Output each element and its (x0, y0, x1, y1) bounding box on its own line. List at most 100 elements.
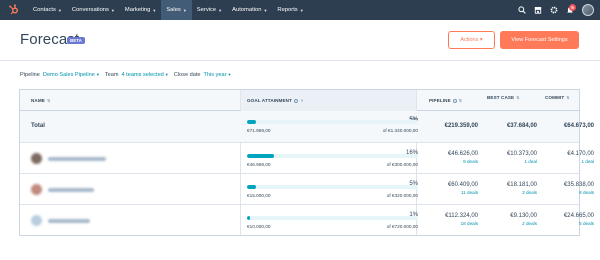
best-case-amount: €9.130,00 (510, 213, 537, 219)
settings-icon[interactable] (546, 0, 562, 20)
owner-avatar (31, 215, 42, 226)
column-pipeline-label: PIPELINE (429, 98, 451, 103)
column-name-label: NAME (31, 98, 45, 103)
nav-contacts-label: Contacts (33, 7, 56, 13)
nav-sales[interactable]: Sales ▼ (161, 0, 192, 20)
chevron-down-icon: ▼ (218, 7, 223, 13)
column-header-commit[interactable]: COMMIT ⇅ (545, 87, 570, 108)
goal-progress-fill (247, 185, 256, 189)
chevron-down-icon: ▼ (57, 7, 62, 13)
chevron-down-icon: ▼ (95, 72, 100, 77)
owner-name-redacted[interactable] (48, 157, 106, 161)
column-header-pipeline[interactable]: PIPELINE ⇅ (429, 90, 462, 111)
goal-attained-amount: €46.959,00 (247, 162, 271, 167)
best-case-amount: €37.684,00 (506, 123, 537, 129)
pipeline-filter-dropdown[interactable]: Demo Sales Pipeline▼ (43, 72, 100, 78)
team-filter-dropdown[interactable]: 4 teams selected▼ (122, 72, 169, 78)
pipeline-amount: €219.359,00 (444, 123, 478, 129)
nav-service[interactable]: Service ▼ (192, 0, 227, 20)
nav-service-label: Service (196, 7, 217, 13)
column-header-goal-attainment[interactable]: GOAL ATTAINMENT ▼ (240, 90, 416, 111)
owner-avatar (31, 184, 42, 195)
forecast-table: NAME ⇅ GOAL ATTAINMENT ▼ PIPELINE ⇅ BEST CA… (19, 87, 594, 236)
close-date-filter-dropdown[interactable]: This year▼ (204, 72, 232, 78)
nav-conversations-label: Conversations (71, 7, 109, 13)
table-row[interactable]: 5% €15.000,00 of €320.000,00 €60.409,00 … (20, 174, 594, 205)
goal-progress-fill (247, 120, 256, 124)
goal-progress-bar (247, 216, 418, 220)
nav-sales-label: Sales (166, 7, 181, 13)
table-row[interactable]: 1% €10.000,00 of €720.000,00 €112.324,00… (20, 205, 594, 236)
sort-icon: ⇅ (46, 98, 51, 103)
nav-reports-label: Reports (277, 7, 298, 13)
pipeline-amount: €46.626,00 (447, 151, 478, 157)
chevron-down-icon: ▼ (299, 7, 304, 13)
goal-progress-fill (247, 216, 250, 220)
nav-conversations[interactable]: Conversations ▼ (67, 0, 120, 20)
team-filter-value: 4 teams selected (121, 72, 164, 78)
nav-automation-label: Automation (232, 7, 262, 13)
notification-count-badge: 5 (569, 4, 576, 11)
actions-dropdown-button[interactable]: Actions ▾ (448, 31, 495, 49)
sort-icon: ⇅ (516, 95, 520, 100)
close-date-filter-label: Close date (173, 72, 201, 78)
column-header-best-case[interactable]: BEST CASE ⇅ (487, 87, 520, 108)
table-row-total: Total 5% €71.959,00 of €1.340.000,00 €21… (20, 111, 594, 143)
pipeline-deals-link[interactable]: 9 deals (418, 159, 478, 164)
best-case-deals-link[interactable]: 1 deal (477, 159, 537, 164)
hubspot-logo-icon[interactable] (7, 3, 21, 17)
commit-deals-link[interactable]: 8 deals (534, 190, 594, 195)
user-avatar[interactable] (582, 4, 594, 16)
table-row[interactable]: 16% €46.959,00 of €300.000,00 €46.626,00… (20, 143, 594, 174)
commit-deals-link[interactable]: 5 deals (534, 221, 594, 226)
best-case-deals-link[interactable]: 2 deals (477, 221, 537, 226)
column-goal-label: GOAL ATTAINMENT (247, 98, 292, 103)
pipeline-amount: €60.409,00 (447, 182, 478, 188)
nav-contacts[interactable]: Contacts ▼ (28, 0, 67, 20)
commit-amount: €35.838,00 (563, 182, 594, 188)
commit-amount: €64.673,00 (563, 123, 594, 129)
close-date-filter-value: This year (203, 72, 227, 78)
best-case-deals-link[interactable]: 3 deals (477, 190, 537, 195)
best-case-amount: €18.181,00 (506, 182, 537, 188)
goal-target-amount: of €300.000,00 (386, 162, 418, 167)
pipeline-deals-link[interactable]: 11 deals (418, 190, 478, 195)
goal-attained-amount: €15.000,00 (247, 193, 271, 198)
nav-automation[interactable]: Automation ▼ (227, 0, 272, 20)
commit-amount: €24.665,00 (563, 213, 594, 219)
nav-marketing-label: Marketing (124, 7, 151, 13)
beta-badge: BETA (67, 37, 85, 44)
header-divider (0, 60, 600, 61)
chevron-down-icon: ▼ (164, 72, 169, 77)
nav-reports[interactable]: Reports ▼ (272, 0, 308, 20)
owner-name-redacted[interactable] (48, 219, 90, 223)
nav-marketing[interactable]: Marketing ▼ (120, 0, 161, 20)
pipeline-filter-label: Pipeline (20, 72, 40, 78)
best-case-amount: €10.373,00 (506, 151, 537, 157)
filter-bar: Pipeline Demo Sales Pipeline▼ Team 4 tea… (20, 70, 237, 80)
top-navigation: Contacts ▼ Conversations ▼ Marketing ▼ Sale… (0, 0, 600, 20)
info-icon (452, 98, 457, 103)
info-icon (293, 98, 298, 103)
goal-progress-bar (247, 154, 418, 158)
commit-deals-link[interactable]: 1 deal (534, 159, 594, 164)
nav-utilities: 5 (514, 0, 600, 20)
marketplace-icon[interactable] (530, 0, 546, 20)
column-header-name[interactable]: NAME ⇅ (31, 90, 50, 111)
pipeline-deals-link[interactable]: 18 deals (418, 221, 478, 226)
notifications-icon[interactable]: 5 (562, 0, 578, 20)
commit-amount: €4.170,00 (567, 151, 594, 157)
owner-name-redacted[interactable] (48, 188, 94, 192)
team-filter-label: Team (104, 72, 119, 78)
column-commit-label: COMMIT (545, 95, 565, 100)
chevron-down-icon: ▼ (263, 7, 268, 13)
chevron-down-icon: ▼ (152, 7, 157, 13)
view-forecast-settings-button[interactable]: View Forecast Settings (500, 31, 579, 49)
sort-descending-icon: ▼ (299, 98, 305, 103)
goal-progress-bar (247, 185, 418, 189)
goal-target-amount: of €320.000,00 (386, 193, 418, 198)
row-name: Total (31, 123, 45, 129)
goal-attained-amount: €10.000,00 (247, 224, 271, 229)
goal-target-amount: of €1.340.000,00 (382, 128, 418, 133)
search-icon[interactable] (514, 0, 530, 20)
